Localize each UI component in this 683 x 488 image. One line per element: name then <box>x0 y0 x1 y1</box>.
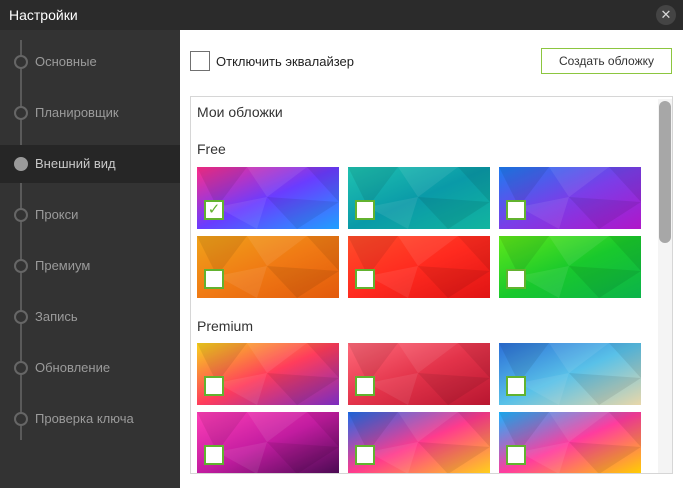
nav-dot-icon <box>14 361 28 375</box>
sidebar-item-label: Планировщик <box>35 105 119 120</box>
close-button[interactable]: ✕ <box>656 5 676 25</box>
skin-tile-green[interactable] <box>499 236 641 298</box>
skin-select-checkbox[interactable] <box>506 376 526 396</box>
skin-tile-rainbow-triangles[interactable] <box>197 343 339 405</box>
create-skin-button[interactable]: Создать обложку <box>541 48 672 74</box>
skin-tile-beach[interactable] <box>499 343 641 405</box>
sidebar-item-label: Прокси <box>35 207 79 222</box>
checkmark-icon: ✓ <box>207 201 221 218</box>
sidebar-item-label: Внешний вид <box>35 156 116 171</box>
skin-select-checkbox[interactable] <box>204 269 224 289</box>
nav-dot-icon <box>14 106 28 120</box>
nav-dot-icon <box>14 208 28 222</box>
skin-select-checkbox[interactable] <box>506 269 526 289</box>
sidebar-item-recording[interactable]: Запись <box>0 298 180 336</box>
premium-group-label: Premium <box>197 318 254 334</box>
sidebar-item-premium[interactable]: Премиум <box>0 247 180 285</box>
sidebar-item-appearance[interactable]: Внешний вид <box>0 145 180 183</box>
skin-select-checkbox[interactable] <box>506 200 526 220</box>
sidebar-item-label: Запись <box>35 309 78 324</box>
free-group-label: Free <box>197 141 226 157</box>
skin-tile-teal[interactable] <box>348 167 490 229</box>
nav-dot-icon <box>14 412 28 426</box>
sidebar-item-proxy[interactable]: Прокси <box>0 196 180 234</box>
sidebar-item-label: Основные <box>35 54 97 69</box>
window-title: Настройки <box>9 7 78 23</box>
skin-tile-candy-rainbow[interactable] <box>348 412 490 473</box>
skin-tile-red[interactable] <box>348 236 490 298</box>
skin-select-checkbox[interactable]: ✓ <box>204 200 224 220</box>
sidebar-item-general[interactable]: Основные <box>0 43 180 81</box>
skin-select-checkbox[interactable] <box>506 445 526 465</box>
skin-tile-blue-purple[interactable] <box>499 167 641 229</box>
nav-dot-icon <box>14 310 28 324</box>
skin-select-checkbox[interactable] <box>355 376 375 396</box>
sidebar-item-update[interactable]: Обновление <box>0 349 180 387</box>
settings-sidebar: Основные Планировщик Внешний вид Прокси … <box>0 30 180 488</box>
disable-equalizer-label: Отключить эквалайзер <box>216 54 354 69</box>
skin-select-checkbox[interactable] <box>204 376 224 396</box>
skin-tile-pink-polygon[interactable]: ✓ <box>197 167 339 229</box>
nav-dot-icon <box>14 259 28 273</box>
skin-select-checkbox[interactable] <box>204 445 224 465</box>
skin-tile-red-polygon[interactable] <box>348 343 490 405</box>
skin-tile-bridge-night[interactable] <box>197 412 339 473</box>
sidebar-item-key-check[interactable]: Проверка ключа <box>0 400 180 438</box>
settings-window: Настройки ✕ Основные Планировщик Внешний… <box>0 0 683 488</box>
skin-select-checkbox[interactable] <box>355 200 375 220</box>
title-bar: Настройки ✕ <box>0 0 683 30</box>
disable-equalizer-checkbox[interactable] <box>190 51 210 71</box>
close-icon: ✕ <box>660 7 672 22</box>
sidebar-item-label: Обновление <box>35 360 111 375</box>
skin-tile-abstract-swirl[interactable] <box>499 412 641 473</box>
skin-tile-orange[interactable] <box>197 236 339 298</box>
skin-select-checkbox[interactable] <box>355 269 375 289</box>
nav-dot-icon <box>14 55 28 69</box>
skins-panel: Мои обложки Free Premium ✓ <box>190 96 673 474</box>
scrollbar-thumb[interactable] <box>659 101 671 243</box>
appearance-content: Отключить эквалайзер Создать обложку Мои… <box>180 30 683 488</box>
sidebar-item-scheduler[interactable]: Планировщик <box>0 94 180 132</box>
nav-dot-icon <box>14 157 28 171</box>
skins-section-title: Мои обложки <box>197 104 283 120</box>
skin-select-checkbox[interactable] <box>355 445 375 465</box>
sidebar-item-label: Премиум <box>35 258 91 273</box>
skins-scrollbar[interactable] <box>658 99 672 473</box>
sidebar-item-label: Проверка ключа <box>35 411 134 426</box>
